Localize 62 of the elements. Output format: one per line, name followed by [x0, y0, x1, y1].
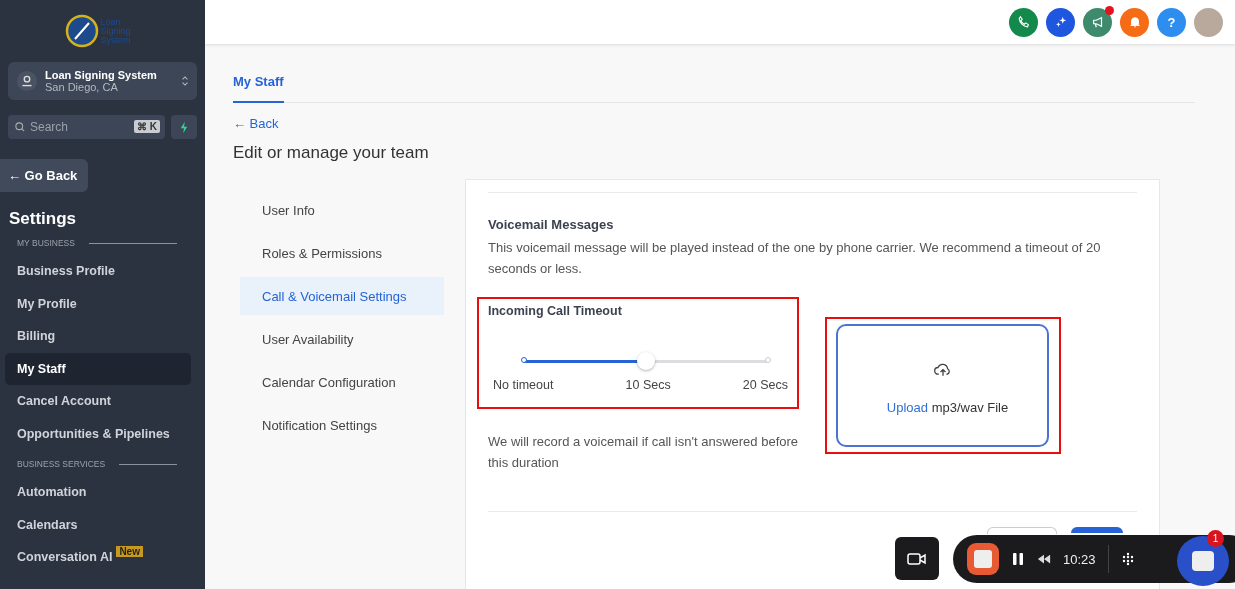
notification-dot	[1105, 5, 1114, 15]
tab[interactable]: My Staff	[233, 70, 284, 103]
helper-text: We will record a voicemail if call isn't answered before this duration	[488, 433, 800, 472]
section-heading: BUSINESS SERVICES	[17, 459, 106, 469]
page-title: Edit or manage your team	[233, 143, 430, 163]
camera-icon	[907, 551, 927, 566]
settings-nav-item[interactable]: User Availability	[240, 320, 444, 358]
phone-icon	[1016, 15, 1031, 29]
settings-nav-item[interactable]: Calendar Configuration	[240, 363, 444, 401]
settings-nav-item[interactable]: User Info	[240, 191, 444, 229]
shortcut-hint: ⌘ K	[134, 120, 160, 133]
pause-icon[interactable]	[1011, 552, 1025, 566]
settings-nav-item[interactable]: Notification Settings	[240, 406, 444, 444]
settings-nav-item[interactable]: Call & Voicemail Settings	[240, 277, 444, 315]
search-icon	[14, 121, 26, 133]
location-icon	[16, 70, 38, 92]
bell-icon	[1127, 15, 1142, 29]
sidebar-item[interactable]: My Profile	[5, 287, 191, 320]
account-location: San Diego, CA	[45, 81, 119, 93]
section-description: This voicemail message will be played instead of the one by phone carrier. We recommend a timeout of 20 seconds or less.	[488, 239, 1102, 278]
camera-button[interactable]	[895, 537, 939, 580]
logo-icon	[64, 14, 99, 48]
slider-thumb[interactable]	[637, 351, 655, 370]
slider-label: No timeout	[493, 378, 554, 392]
sidebar-item[interactable]: Opportunities & Pipelines	[5, 417, 191, 450]
megaphone-icon	[1090, 15, 1105, 29]
upload-format: mp3/wav File	[931, 400, 1009, 415]
account-switcher[interactable]: Loan Signing System San Diego, CA	[8, 62, 197, 100]
recording-time: 10:23	[1063, 551, 1096, 567]
go-back-button[interactable]: ← Go Back	[0, 159, 88, 192]
upload-dropzone[interactable]: Upload mp3/wav File	[836, 324, 1049, 447]
megaphone-button[interactable]	[1083, 7, 1112, 37]
settings-nav-item[interactable]: Roles & Permissions	[240, 234, 444, 272]
account-name: Loan Signing System	[45, 69, 158, 81]
settings-title: Settings	[9, 209, 78, 229]
primary-button[interactable]	[1071, 527, 1123, 533]
sidebar-item[interactable]: My Staff	[5, 352, 191, 385]
section-heading: Voicemail Messages	[488, 217, 615, 232]
upload-link[interactable]: Upload	[886, 400, 928, 415]
rewind-icon[interactable]	[1037, 552, 1051, 566]
chevron-icon	[181, 74, 189, 88]
section-heading: MY BUSINESS	[17, 238, 75, 248]
timeout-label: Incoming Call Timeout	[488, 304, 623, 318]
sidebar-item[interactable]: Calendars	[5, 508, 191, 541]
sidebar-item[interactable]: Automation	[5, 476, 191, 509]
new-badge: New	[116, 545, 143, 557]
sidebar-item[interactable]: Cancel Account	[5, 385, 191, 418]
lightning-icon	[179, 120, 189, 134]
slider-label: 20 Secs	[742, 378, 788, 392]
bell-button[interactable]	[1120, 7, 1149, 37]
logo-text: Loan Signing System	[100, 17, 132, 45]
phone-button[interactable]	[1009, 7, 1038, 37]
back-link[interactable]: ← Back	[233, 116, 1195, 131]
grid-icon[interactable]	[1120, 552, 1135, 566]
sparkle-button[interactable]	[1046, 7, 1075, 37]
sidebar-item[interactable]: Business Profile	[5, 255, 191, 288]
sidebar-item[interactable]: Conversation AI New	[5, 541, 191, 574]
stop-button[interactable]	[967, 543, 999, 575]
sparkle-icon	[1053, 15, 1068, 29]
quick-action-button[interactable]	[171, 115, 197, 139]
sidebar-item[interactable]: Billing	[5, 320, 191, 353]
slider-label: 10 Secs	[625, 378, 671, 392]
